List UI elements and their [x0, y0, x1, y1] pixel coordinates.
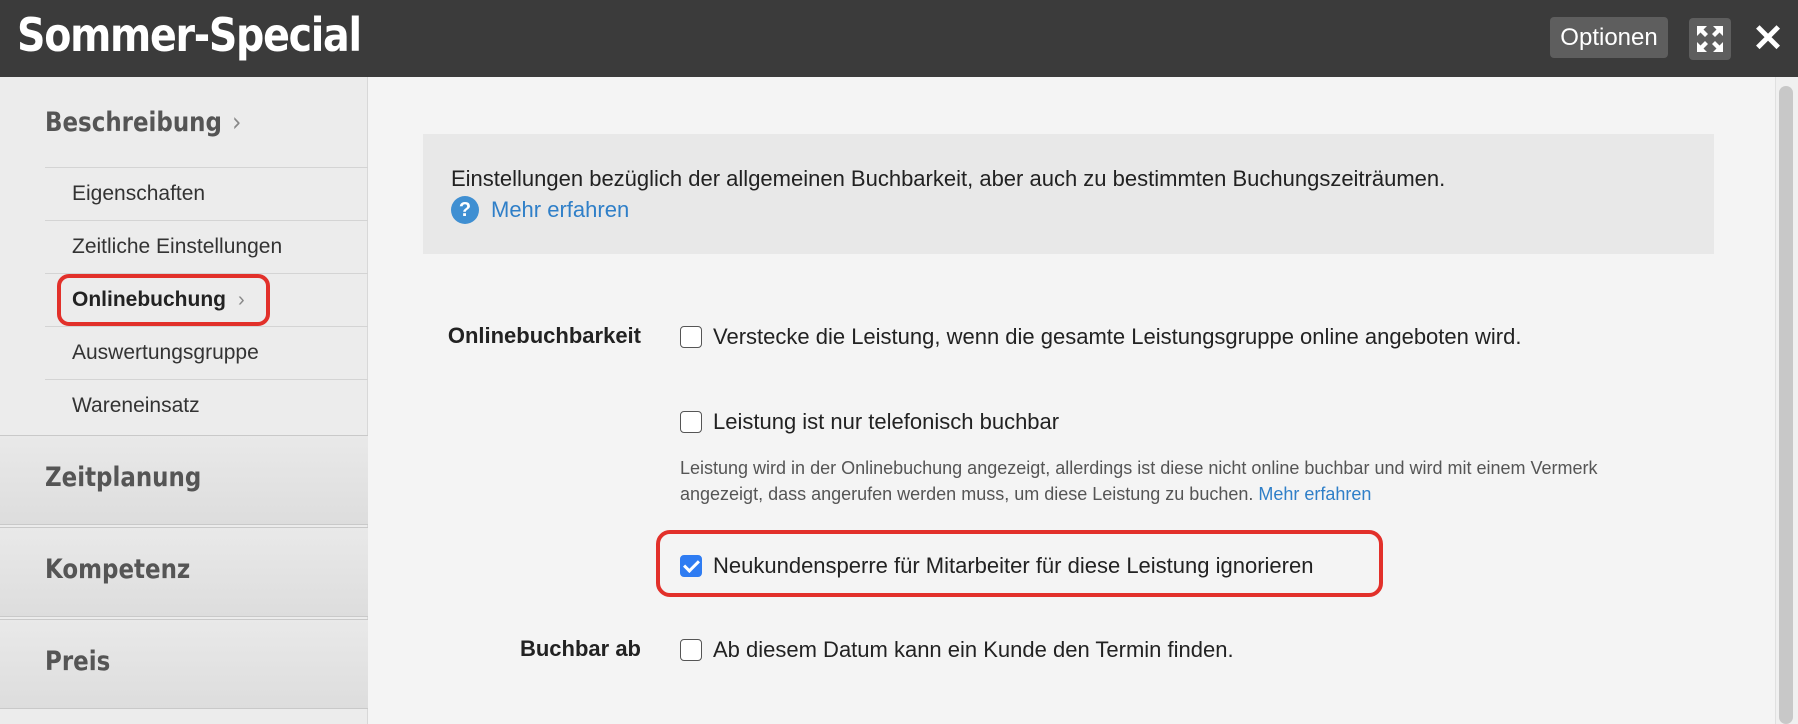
sidebar-item-wareneinsatz[interactable]: Wareneinsatz [45, 379, 368, 432]
hide-service-label: Verstecke die Leistung, wenn die gesamte… [713, 324, 1522, 349]
sidebar-group-label: Zeitplanung [45, 462, 202, 493]
bookable-from-text: Ab diesem Datum kann ein Kunde den Termi… [713, 637, 1234, 662]
info-text: Einstellungen bezüglich der allgemeinen … [451, 166, 1446, 191]
sidebar-item-label: Zeitliche Einstellungen [72, 235, 283, 258]
chevron-right-icon: › [232, 107, 242, 138]
phone-only-option[interactable]: Leistung ist nur telefonisch buchbar [680, 409, 1059, 435]
sidebar-group-label: Kompetenz [45, 554, 191, 585]
online-bookability-label: Onlinebuchbarkeit [447, 323, 641, 348]
sidebar: Beschreibung › Eigenschaften Zeitliche Ei… [0, 77, 368, 724]
sidebar-section-label: Beschreibung [45, 107, 222, 138]
sidebar-item-label: Eigenschaften [72, 182, 206, 205]
sidebar-item-label: Wareneinsatz [72, 394, 200, 417]
expand-button[interactable] [1689, 18, 1731, 60]
hide-service-checkbox[interactable] [680, 326, 702, 348]
sidebar-group-kompetenz[interactable]: Kompetenz [0, 527, 368, 617]
highlight-annotation-checkbox [656, 530, 1383, 597]
help-icon: ? [451, 196, 479, 224]
scrollbar-thumb[interactable] [1779, 86, 1793, 724]
bookable-from-option[interactable]: Ab diesem Datum kann ein Kunde den Termi… [680, 637, 1234, 663]
phone-only-learn-more-link[interactable]: Mehr erfahren [1258, 484, 1371, 504]
highlight-annotation-onlinebuchung [57, 274, 270, 326]
phone-only-checkbox[interactable] [680, 411, 702, 433]
phone-only-description-text: Leistung wird in der Onlinebuchung angez… [680, 458, 1598, 504]
sidebar-group-zeitplanung[interactable]: Zeitplanung [0, 435, 368, 525]
sidebar-item-label: Auswertungsgruppe [72, 341, 259, 364]
hide-service-option[interactable]: Verstecke die Leistung, wenn die gesamte… [680, 324, 1521, 350]
window-header: Sommer-Special Optionen ✕ [0, 0, 1798, 77]
page-title: Sommer-Special [17, 8, 362, 62]
sidebar-item-auswertungsgruppe[interactable]: Auswertungsgruppe [45, 326, 368, 379]
sidebar-group-label: Preis [45, 646, 111, 677]
sidebar-item-zeitliche-einstellungen[interactable]: Zeitliche Einstellungen [45, 220, 368, 273]
close-button[interactable]: ✕ [1748, 16, 1788, 60]
sidebar-group-preis[interactable]: Preis [0, 619, 368, 709]
sidebar-item-eigenschaften[interactable]: Eigenschaften [45, 167, 368, 220]
expand-icon [1697, 26, 1723, 52]
bookable-from-checkbox[interactable] [680, 639, 702, 661]
phone-only-label: Leistung ist nur telefonisch buchbar [713, 409, 1060, 434]
sidebar-section-beschreibung[interactable]: Beschreibung › [45, 107, 241, 138]
phone-only-description: Leistung wird in der Onlinebuchung angez… [680, 455, 1680, 507]
bookable-from-label: Buchbar ab [519, 636, 641, 661]
info-box: Einstellungen bezüglich der allgemeinen … [423, 134, 1714, 254]
learn-more-label: Mehr erfahren [491, 197, 630, 222]
learn-more-link[interactable]: ? Mehr erfahren [451, 196, 629, 224]
options-button[interactable]: Optionen [1550, 17, 1668, 58]
close-icon: ✕ [1752, 17, 1784, 60]
